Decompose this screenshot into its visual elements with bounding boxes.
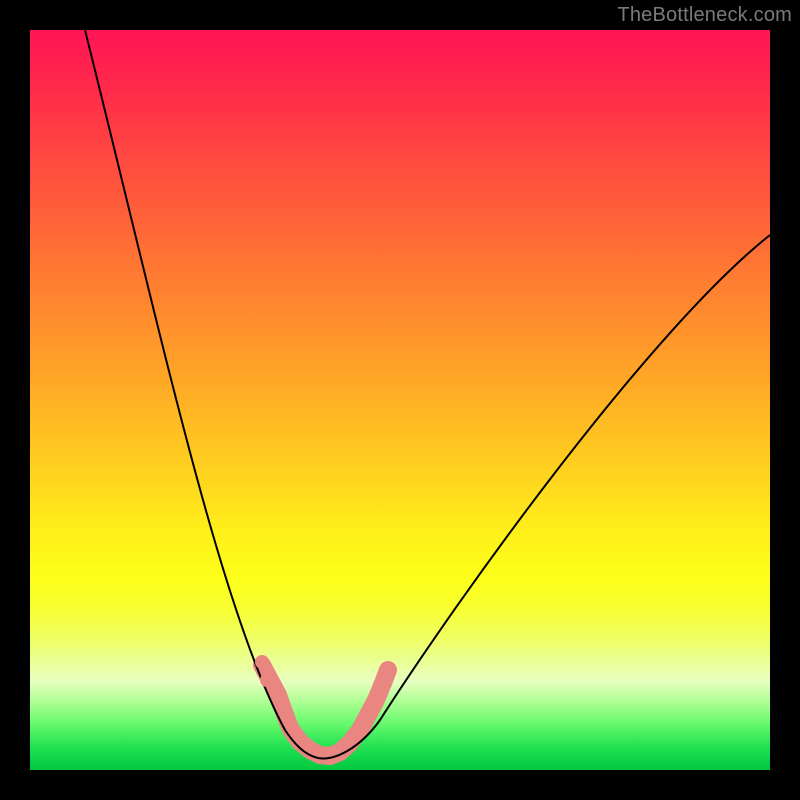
chart-svg: [30, 30, 770, 770]
marker-dot: [379, 663, 393, 677]
marker-dot: [255, 655, 269, 669]
plot-area: [30, 30, 770, 770]
marker-dot: [260, 673, 274, 687]
marker-band: [262, 665, 388, 756]
chart-frame: TheBottleneck.com: [0, 0, 800, 800]
watermark-text: TheBottleneck.com: [617, 4, 792, 27]
marker-dot: [373, 679, 387, 693]
main-curve: [85, 30, 770, 758]
